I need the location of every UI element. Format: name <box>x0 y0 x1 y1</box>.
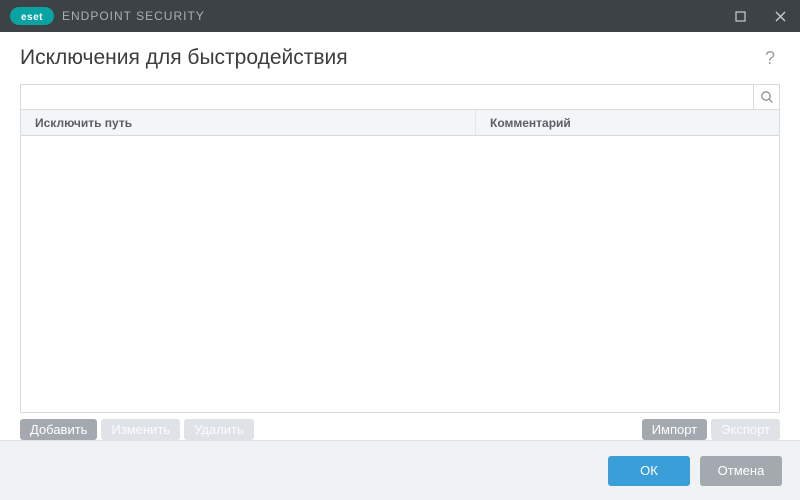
edit-button: Изменить <box>101 419 180 440</box>
maximize-button[interactable] <box>720 0 760 32</box>
table-body[interactable] <box>21 136 779 412</box>
table-toolbar: Добавить Изменить Удалить Импорт Экспорт <box>20 419 780 440</box>
help-button[interactable]: ? <box>760 48 780 69</box>
ok-button[interactable]: ОК <box>608 456 690 486</box>
heading-row: Исключения для быстродействия ? <box>20 46 780 70</box>
eset-logo: eset <box>10 7 54 25</box>
delete-button: Удалить <box>184 419 254 440</box>
export-button: Экспорт <box>711 419 780 440</box>
search-icon <box>760 90 774 104</box>
add-button[interactable]: Добавить <box>20 419 97 440</box>
search-button[interactable] <box>753 85 779 109</box>
dialog-body: Исключения для быстродействия ? Исключит… <box>0 32 800 440</box>
dialog-footer: ОК Отмена <box>0 440 800 500</box>
exclusions-table: Исключить путь Комментарий <box>20 110 780 413</box>
search-row <box>20 84 780 110</box>
column-path[interactable]: Исключить путь <box>21 110 476 135</box>
product-name: ENDPOINT SECURITY <box>62 9 205 23</box>
close-button[interactable] <box>760 0 800 32</box>
titlebar: eset ENDPOINT SECURITY <box>0 0 800 32</box>
import-button[interactable]: Импорт <box>642 419 707 440</box>
column-comment[interactable]: Комментарий <box>476 110 779 135</box>
search-input[interactable] <box>21 85 753 109</box>
page-title: Исключения для быстродействия <box>20 46 760 70</box>
svg-text:eset: eset <box>21 12 43 23</box>
cancel-button[interactable]: Отмена <box>700 456 782 486</box>
table-header: Исключить путь Комментарий <box>21 110 779 136</box>
